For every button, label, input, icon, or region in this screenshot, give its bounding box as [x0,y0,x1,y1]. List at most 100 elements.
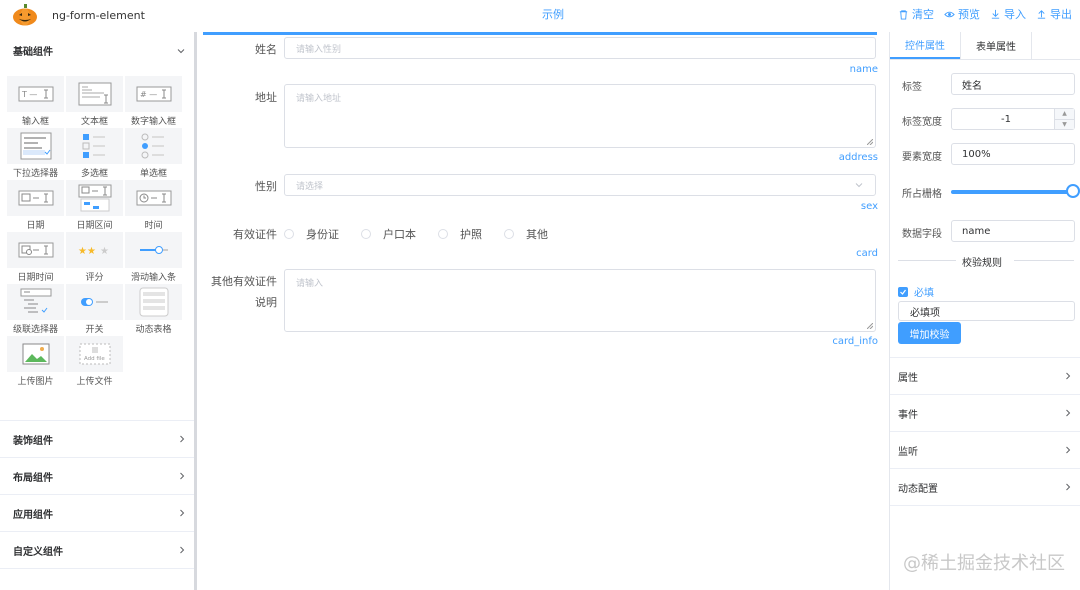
section-title: 事件 [898,409,918,421]
component-date[interactable]: 日期 [7,180,64,232]
import-button[interactable]: 导入 [990,6,1026,22]
required-checkbox[interactable]: 必填 [898,284,934,299]
component-select[interactable]: 下拉选择器 [7,128,64,180]
grid-slider-handle[interactable] [1066,184,1080,198]
component-checkbox[interactable]: 多选框 [66,128,123,180]
validation-title: 校验规则 [962,258,1002,269]
svg-text:★: ★ [100,246,109,256]
field-key: address [838,152,878,163]
add-rule-button[interactable]: 增加校验 [898,322,961,344]
radio-passport[interactable]: 护照 [438,226,482,242]
stepper-controls[interactable]: ▲ ▼ [1054,109,1074,129]
label-input[interactable]: 姓名 [951,73,1075,95]
tab-control-properties[interactable]: 控件属性 [890,32,960,59]
radio-household[interactable]: 户口本 [361,226,416,242]
sex-select[interactable]: 请选择 [284,174,876,196]
field-card-info[interactable]: 其他有效证件 说明 请输入 card_info [197,269,889,351]
component-table[interactable]: 动态表格 [125,284,182,336]
component-label: 上传文件 [76,377,113,387]
resize-handle-icon[interactable] [867,139,873,145]
field-name[interactable]: 姓名 请输入性别 name [197,36,889,80]
checkbox-checked-icon [898,286,908,297]
element-width-input[interactable]: 100% [951,143,1075,165]
prop-label: 标签 姓名 [890,73,1080,95]
trash-icon [899,9,908,20]
component-date-range[interactable]: 日期区间 [66,180,123,232]
field-card[interactable]: 有效证件 身份证 户口本 护照 其他 card [197,224,889,264]
watermark: @稀土掘金技术社区 [903,553,1065,574]
image-icon [22,343,49,365]
component-datetime[interactable]: 日期时间 [7,232,64,284]
component-slider[interactable]: 滑动输入条 [125,232,182,284]
component-upload-file[interactable]: Add file 上传文件 [66,336,123,388]
component-label: 评分 [85,273,104,283]
component-panel: 基础组件 T — 输入框 文本框 # — 数字输入框 下拉选择器 多选框 单选框 [0,32,195,590]
card-radio-group: 身份证 户口本 护照 其他 [284,226,548,242]
property-tabs: 控件属性 表单属性 [890,32,1080,60]
component-cascader[interactable]: 级联选择器 [7,284,64,336]
component-label: 多选框 [80,169,108,179]
stepper-down-icon[interactable]: ▼ [1055,120,1074,130]
resize-handle-icon[interactable] [867,323,873,329]
component-label: 动态表格 [135,325,172,335]
prop-label-text: 标签 [902,82,922,93]
component-label: 单选框 [139,169,167,179]
component-textarea[interactable]: 文本框 [66,76,123,128]
radio-label: 护照 [460,228,482,241]
component-upload-image[interactable]: 上传图片 [7,336,64,388]
validation-divider: 校验规则 [890,252,1080,269]
radio-label: 户口本 [383,228,416,241]
section-events[interactable]: 事件 [890,395,1080,432]
component-label: 输入框 [21,117,49,127]
component-label: 滑动输入条 [130,273,176,283]
component-switch[interactable]: 开关 [66,284,123,336]
grid-slider-track[interactable] [951,190,1075,194]
basic-group-header[interactable]: 基础组件 [0,32,194,69]
group-title: 装饰组件 [13,435,53,447]
label-width-value: -1 [1001,113,1011,125]
section-listeners[interactable]: 监听 [890,432,1080,469]
component-label: 日期区间 [76,221,113,231]
basic-group-title: 基础组件 [13,47,53,58]
card-info-textarea[interactable]: 请输入 [284,269,876,332]
data-field-input[interactable]: name [951,220,1075,242]
required-message-input[interactable]: 必填项 [898,301,1075,321]
checkbox-icon [82,134,105,158]
label-width-stepper[interactable]: -1 ▲ ▼ [951,108,1075,130]
field-sex[interactable]: 性别 请选择 sex [197,173,889,213]
add-file-icon: Add file [79,343,110,365]
prop-label-text: 要素宽度 [902,152,942,163]
component-rate[interactable]: ★★ ★ 评分 [66,232,123,284]
radio-other[interactable]: 其他 [504,226,548,242]
group-title: 布局组件 [13,472,53,484]
date-range-icon [78,184,111,212]
layout-group-header[interactable]: 布局组件 [0,458,195,495]
name-input[interactable]: 请输入性别 [284,37,876,59]
export-button[interactable]: 导出 [1036,6,1072,22]
section-attributes[interactable]: 属性 [890,358,1080,395]
section-title: 属性 [898,372,918,384]
field-label-line2: 说明 [255,296,277,309]
component-number[interactable]: # — 数字输入框 [125,76,182,128]
preview-button[interactable]: 预览 [944,6,980,22]
prop-element-width: 要素宽度 100% [890,143,1080,165]
tab-form-properties[interactable]: 表单属性 [960,32,1032,59]
application-group-header[interactable]: 应用组件 [0,495,195,532]
section-dynamic-config[interactable]: 动态配置 [890,469,1080,506]
clear-button[interactable]: 清空 [898,6,934,22]
decoration-group-header[interactable]: 装饰组件 [0,421,195,458]
export-label: 导出 [1050,8,1072,21]
component-radio[interactable]: 单选框 [125,128,182,180]
address-textarea[interactable]: 请输入地址 [284,84,876,148]
center-title[interactable]: 示例 [542,6,564,22]
prop-label-text: 标签宽度 [902,117,942,128]
custom-group-header[interactable]: 自定义组件 [0,532,195,569]
component-time[interactable]: 时间 [125,180,182,232]
field-address[interactable]: 地址 请输入地址 address [197,84,889,166]
chevron-right-icon [180,435,185,443]
stepper-up-icon[interactable]: ▲ [1055,109,1074,120]
component-input[interactable]: T — 输入框 [7,76,64,128]
radio-id-card[interactable]: 身份证 [284,226,339,242]
preview-label: 预览 [958,8,980,21]
radio-label: 其他 [526,228,548,241]
